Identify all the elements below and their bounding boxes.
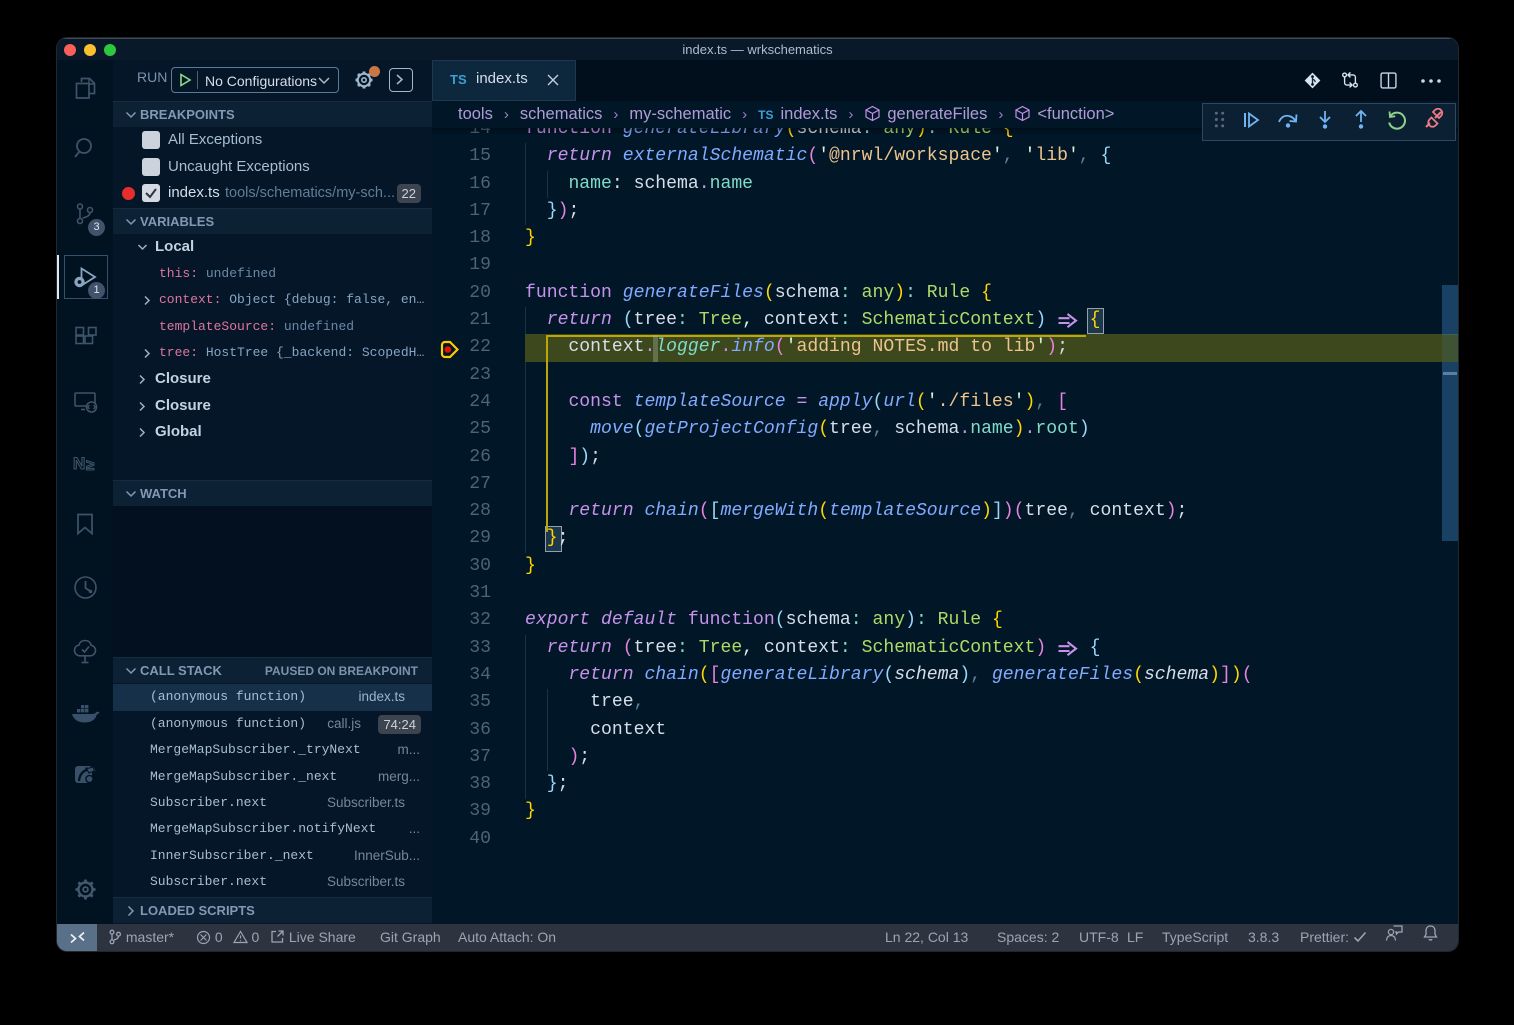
svg-text:N: N — [73, 454, 85, 473]
svg-text:≥: ≥ — [86, 457, 94, 474]
